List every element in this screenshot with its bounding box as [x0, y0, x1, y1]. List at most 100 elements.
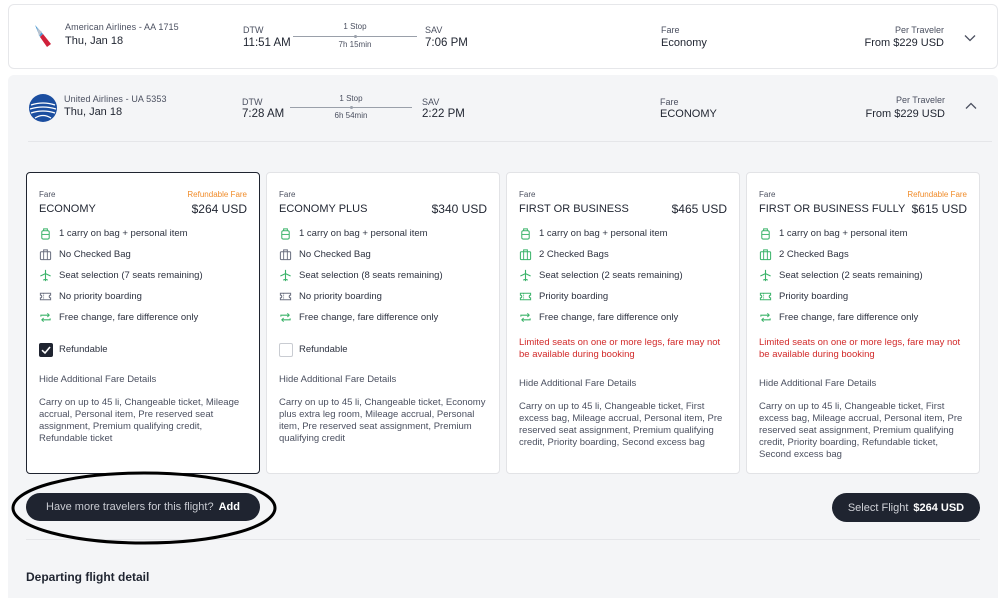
fare-option-economy[interactable]: Fare Refundable Fare ECONOMY $264 USD 1 …: [26, 172, 260, 474]
change-arrows-icon: [520, 312, 531, 322]
chevron-up-icon[interactable]: [964, 99, 978, 113]
hide-fare-details-link[interactable]: Hide Additional Fare Details: [39, 374, 156, 385]
limited-seats-warning: Limited seats on one or more legs, fare …: [519, 337, 721, 360]
seat-icon: [280, 269, 291, 281]
feature-text: 2 Checked Bags: [779, 248, 849, 260]
feature-carry-on: 1 carry on bag + personal item: [39, 226, 188, 240]
boarding-pass-icon: [519, 292, 532, 300]
seat-icon: [520, 269, 531, 281]
from-price: From $229 USD: [864, 37, 944, 49]
boarding-pass-icon: [279, 292, 292, 300]
feature-text: Free change, fare difference only: [779, 311, 919, 323]
checked-bag-icon: [279, 248, 292, 260]
feature-checked-bag: No Checked Bag: [39, 247, 131, 261]
feature-text: Free change, fare difference only: [539, 311, 679, 323]
feature-text: No Checked Bag: [299, 248, 371, 260]
fare-details-text: Carry on up to 45 li, Changeable ticket,…: [519, 401, 723, 448]
fare-price: $465 USD: [671, 202, 727, 216]
arrive-time: 2:22 PM: [422, 108, 465, 120]
feature-text: 1 carry on bag + personal item: [299, 227, 428, 239]
carry-on-bag-icon: [761, 227, 770, 240]
hide-fare-details-link[interactable]: Hide Additional Fare Details: [759, 378, 876, 389]
feature-change: Free change, fare difference only: [279, 310, 438, 324]
stops-count: 1 Stop: [343, 22, 367, 31]
feature-checked-bag: 2 Checked Bags: [759, 247, 849, 261]
feature-seat-selection: Seat selection (2 seats remaining): [759, 268, 923, 282]
destination-code: SAV: [425, 25, 443, 35]
feature-change: Free change, fare difference only: [759, 310, 918, 324]
depart-time: 11:51 AM: [243, 37, 291, 49]
fare-price: $615 USD: [911, 202, 967, 216]
fare-option-economy-plus[interactable]: Fare ECONOMY PLUS $340 USD 1 carry on ba…: [266, 172, 500, 474]
feature-seat-selection: Seat selection (7 seats remaining): [39, 268, 203, 282]
feature-boarding: No priority boarding: [39, 289, 142, 303]
refundable-label: Refundable: [299, 344, 348, 355]
seat-icon: [40, 269, 51, 281]
annotation-ellipse: [11, 471, 277, 545]
feature-text: 1 carry on bag + personal item: [779, 227, 908, 239]
feature-text: 1 carry on bag + personal item: [59, 227, 188, 239]
stop-dot: [350, 106, 353, 109]
fare-price: $264 USD: [191, 202, 247, 216]
fare-label: Fare: [279, 190, 296, 199]
origin-code: DTW: [243, 25, 264, 35]
duration: 6h 54min: [334, 111, 368, 120]
change-arrows-icon: [280, 312, 291, 322]
fare-label: Fare: [759, 190, 776, 199]
depart-time: 7:28 AM: [242, 108, 285, 120]
feature-carry-on: 1 carry on bag + personal item: [759, 226, 908, 240]
hide-fare-details-link[interactable]: Hide Additional Fare Details: [279, 374, 396, 385]
chevron-down-icon[interactable]: [963, 31, 977, 45]
arrive-time: 7:06 PM: [425, 37, 468, 49]
flight-date: Thu, Jan 18: [65, 35, 124, 47]
feature-text: Seat selection (7 seats remaining): [59, 269, 203, 281]
per-traveler-label: Per Traveler: [895, 95, 945, 105]
fare-option-first-or-business-fully[interactable]: Fare Refundable Fare FIRST OR BUSINESS F…: [746, 172, 980, 474]
origin-code: DTW: [242, 97, 263, 107]
refundable-checkbox[interactable]: [279, 343, 293, 357]
select-flight-button[interactable]: Select Flight $264 USD: [832, 493, 980, 522]
feature-text: Free change, fare difference only: [299, 311, 439, 323]
feature-text: Free change, fare difference only: [59, 311, 199, 323]
refundable-checkbox[interactable]: [39, 343, 53, 357]
fare-name: ECONOMY PLUS: [279, 203, 368, 215]
divider: [28, 141, 992, 142]
fare-label: Fare: [39, 190, 56, 199]
american-airlines-logo: [35, 25, 51, 47]
checked-bag-icon: [39, 248, 52, 260]
duration: 7h 15min: [338, 40, 372, 49]
feature-seat-selection: Seat selection (8 seats remaining): [279, 268, 443, 282]
feature-text: No priority boarding: [299, 290, 382, 302]
select-flight-text: Select Flight: [847, 501, 909, 514]
airline-name: United Airlines - UA 5353: [64, 94, 167, 104]
boarding-pass-icon: [39, 292, 52, 300]
stop-dot: [354, 35, 357, 38]
feature-text: 1 carry on bag + personal item: [539, 227, 668, 239]
hide-fare-details-link[interactable]: Hide Additional Fare Details: [519, 378, 636, 389]
change-arrows-icon: [760, 312, 771, 322]
feature-text: Seat selection (2 seats remaining): [779, 269, 923, 281]
select-flight-price: $264 USD: [913, 501, 965, 514]
feature-text: Seat selection (8 seats remaining): [299, 269, 443, 281]
carry-on-bag-icon: [281, 227, 290, 240]
fare-details-text: Carry on up to 45 li, Changeable ticket,…: [279, 397, 486, 444]
checkmark-icon: [41, 346, 51, 355]
fare-details-text: Carry on up to 45 li, Changeable ticket,…: [759, 401, 963, 460]
feature-checked-bag: No Checked Bag: [279, 247, 371, 261]
per-traveler-label: Per Traveler: [894, 25, 944, 35]
feature-boarding: Priority boarding: [519, 289, 608, 303]
feature-change: Free change, fare difference only: [519, 310, 678, 324]
fare-label: Fare: [519, 190, 536, 199]
fare-class: Economy: [661, 37, 707, 49]
stops-count: 1 Stop: [339, 94, 363, 103]
destination-code: SAV: [422, 97, 440, 107]
flight-card-aa1715[interactable]: American Airlines - AA 1715 Thu, Jan 18 …: [8, 4, 998, 69]
feature-boarding: Priority boarding: [759, 289, 848, 303]
fare-label: Fare: [660, 97, 679, 107]
carry-on-bag-icon: [521, 227, 530, 240]
change-arrows-icon: [40, 312, 51, 322]
fare-label: Fare: [661, 25, 680, 35]
refundable-fare-badge: Refundable Fare: [907, 190, 967, 199]
checked-bag-icon: [519, 248, 532, 260]
fare-option-first-or-business[interactable]: Fare FIRST OR BUSINESS $465 USD 1 carry …: [506, 172, 740, 474]
